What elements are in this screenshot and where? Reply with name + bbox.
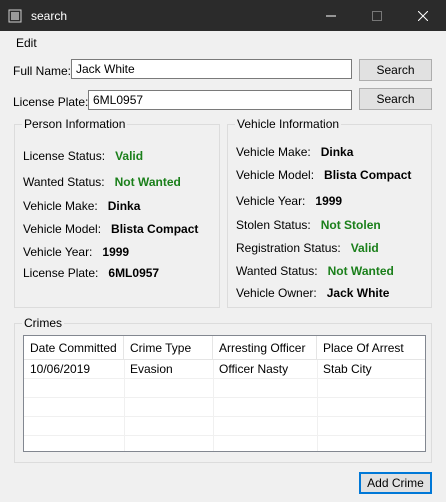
vehicle-year-row: Vehicle Year: 1999 xyxy=(236,194,342,208)
person-wanted-status-label: Wanted Status: xyxy=(23,175,105,189)
vehicle-registration-status-label: Registration Status: xyxy=(236,241,341,255)
column-header-crime-type[interactable]: Crime Type xyxy=(124,336,213,360)
vehicle-registration-status-row: Registration Status: Valid xyxy=(236,241,379,255)
vehicle-model-row: Vehicle Model: Blista Compact xyxy=(236,168,411,182)
person-vehicle-model-label: Vehicle Model: xyxy=(23,222,102,236)
plate-label: License Plate: xyxy=(13,95,89,109)
person-license-plate-value: 6ML0957 xyxy=(108,266,160,280)
cell-place: Stab City xyxy=(323,362,372,376)
search-name-button[interactable]: Search xyxy=(359,59,432,81)
person-vehicle-year-label: Vehicle Year: xyxy=(23,245,93,259)
vehicle-year-value: 1999 xyxy=(315,194,343,208)
person-vehicle-make-row: Vehicle Make: Dinka xyxy=(23,199,140,213)
person-vehicle-model-value: Blista Compact xyxy=(111,222,199,236)
app-icon xyxy=(8,9,22,23)
vehicle-make-row: Vehicle Make: Dinka xyxy=(236,145,353,159)
person-vehicle-year-value: 1999 xyxy=(102,245,130,259)
person-wanted-status-value: Not Wanted xyxy=(114,175,181,189)
vehicle-wanted-status-label: Wanted Status: xyxy=(236,264,318,278)
maximize-icon xyxy=(372,10,382,21)
menu-bar: Edit xyxy=(0,31,446,53)
person-wanted-status-row: Wanted Status: Not Wanted xyxy=(23,175,181,189)
table-row[interactable]: 10/06/2019 Evasion Officer Nasty Stab Ci… xyxy=(24,360,425,379)
crimes-list-header: Date Committed Crime Type Arresting Offi… xyxy=(24,336,425,360)
grid-line xyxy=(124,360,125,451)
person-license-plate-row: License Plate: 6ML0957 xyxy=(23,266,159,280)
empty-row xyxy=(24,379,425,398)
crimes-list[interactable]: Date Committed Crime Type Arresting Offi… xyxy=(23,335,426,452)
cell-officer: Officer Nasty xyxy=(219,362,289,376)
vehicle-year-label: Vehicle Year: xyxy=(236,194,306,208)
vehicle-stolen-status-row: Stolen Status: Not Stolen xyxy=(236,218,381,232)
person-vehicle-model-row: Vehicle Model: Blista Compact xyxy=(23,222,198,236)
grid-line xyxy=(213,360,214,451)
person-license-plate-label: License Plate: xyxy=(23,266,99,280)
vehicle-stolen-status-value: Not Stolen xyxy=(320,218,381,232)
person-vehicle-year-row: Vehicle Year: 1999 xyxy=(23,245,129,259)
person-vehicle-make-label: Vehicle Make: xyxy=(23,199,98,213)
vehicle-owner-row: Vehicle Owner: Jack White xyxy=(236,286,389,300)
vehicle-owner-value: Jack White xyxy=(326,286,390,300)
vehicle-stolen-status-label: Stolen Status: xyxy=(236,218,311,232)
close-button[interactable] xyxy=(400,0,446,31)
vehicle-info-group: Vehicle Information Vehicle Make: Dinka V… xyxy=(227,117,432,308)
vehicle-registration-status-value: Valid xyxy=(350,241,379,255)
vehicle-make-value: Dinka xyxy=(320,145,354,159)
empty-row xyxy=(24,398,425,417)
cell-date: 10/06/2019 xyxy=(30,362,91,376)
empty-row xyxy=(24,417,425,436)
fullname-label: Full Name: xyxy=(13,64,72,78)
vehicle-wanted-status-row: Wanted Status: Not Wanted xyxy=(236,264,394,278)
minimize-icon xyxy=(326,15,336,16)
close-icon xyxy=(418,10,428,21)
fullname-input[interactable]: Jack White xyxy=(71,59,352,79)
person-vehicle-make-value: Dinka xyxy=(107,199,141,213)
vehicle-wanted-status-value: Not Wanted xyxy=(327,264,394,278)
person-license-status-row: License Status: Valid xyxy=(23,149,143,163)
person-info-group: Person Information License Status: Valid … xyxy=(14,117,220,308)
window-title: search xyxy=(31,9,68,23)
person-license-status-value: Valid xyxy=(115,149,144,163)
vehicle-model-label: Vehicle Model: xyxy=(236,168,315,182)
grid-line xyxy=(317,360,318,451)
column-header-date[interactable]: Date Committed xyxy=(24,336,124,360)
vehicle-owner-label: Vehicle Owner: xyxy=(236,286,317,300)
vehicle-model-value: Blista Compact xyxy=(324,168,412,182)
vehicle-make-label: Vehicle Make: xyxy=(236,145,311,159)
title-bar[interactable]: search xyxy=(0,0,446,31)
column-header-officer[interactable]: Arresting Officer xyxy=(213,336,317,360)
cell-crime-type: Evasion xyxy=(130,362,173,376)
person-license-status-label: License Status: xyxy=(23,149,106,163)
column-header-place[interactable]: Place Of Arrest xyxy=(317,336,425,360)
crimes-title: Crimes xyxy=(22,316,64,330)
vehicle-info-title: Vehicle Information xyxy=(235,117,342,131)
person-info-title: Person Information xyxy=(22,117,128,131)
empty-row xyxy=(24,436,425,451)
plate-input[interactable]: 6ML0957 xyxy=(88,90,352,110)
menu-edit[interactable]: Edit xyxy=(16,36,37,50)
minimize-button[interactable] xyxy=(308,0,354,31)
search-plate-button[interactable]: Search xyxy=(359,88,432,110)
maximize-button[interactable] xyxy=(354,0,400,31)
add-crime-button[interactable]: Add Crime xyxy=(359,472,432,494)
